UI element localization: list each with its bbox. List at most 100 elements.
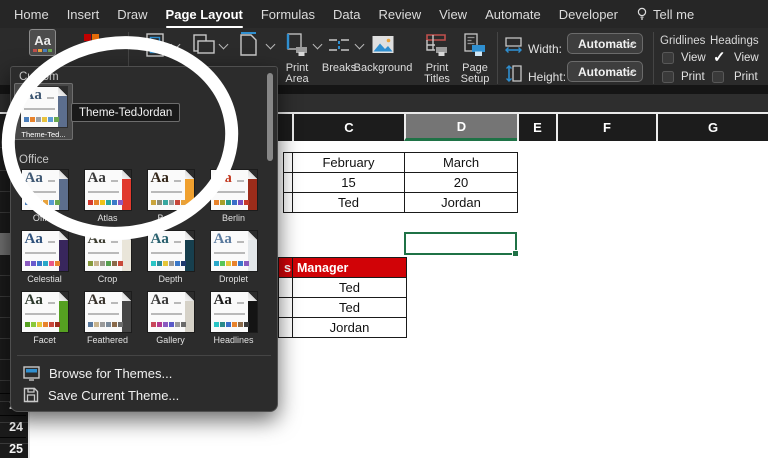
theme-thumbnail: Aa — [22, 170, 68, 210]
cell-manager-ted-1[interactable]: Ted — [293, 278, 407, 298]
colors-icon[interactable] — [84, 34, 100, 50]
cell-20[interactable]: 20 — [405, 173, 518, 193]
column-header-e[interactable]: E — [517, 114, 556, 141]
margins-button[interactable] — [142, 32, 168, 58]
size-button[interactable] — [237, 32, 263, 58]
row-header-24[interactable]: 24 — [0, 415, 26, 437]
cell-b-sliver[interactable] — [284, 153, 293, 173]
browse-for-themes-item[interactable]: Browse for Themes... — [23, 363, 172, 383]
page-setup-button[interactable] — [462, 32, 488, 58]
height-dropdown[interactable]: Automatic — [567, 61, 643, 82]
breaks-chevron-icon[interactable] — [355, 40, 365, 50]
tab-developer[interactable]: Developer — [559, 7, 618, 22]
column-header-d-selected[interactable]: D — [404, 114, 517, 141]
column-header-g[interactable]: G — [656, 114, 768, 141]
theme-thumbnail: Aa — [85, 170, 131, 210]
manager-table: s Manager Ted Ted Jordan — [278, 257, 407, 338]
cell-manager-header[interactable]: Manager — [293, 258, 407, 278]
gridlines-print-checkbox[interactable] — [662, 71, 674, 83]
tab-tell-me[interactable]: Tell me — [636, 7, 694, 22]
table-row: February March — [284, 153, 518, 173]
theme-tooltip: Theme-TedJordan — [71, 103, 180, 122]
panel-scrollbar[interactable] — [267, 73, 273, 161]
theme-thumbnail: Aa — [211, 292, 257, 332]
save-disk-icon — [23, 387, 39, 403]
theme-item-facet[interactable]: AaFacet — [22, 290, 68, 351]
theme-thumbnail: Aa — [85, 292, 131, 332]
column-header-f[interactable]: F — [556, 114, 656, 141]
cell-b-sliver[interactable] — [279, 318, 293, 338]
theme-item-office[interactable]: AaOffice — [22, 168, 68, 229]
tab-view[interactable]: View — [439, 7, 467, 22]
gridlines-view-checkbox[interactable] — [662, 52, 674, 64]
theme-thumbnail: Aa — [148, 292, 194, 332]
orientation-button[interactable] — [190, 32, 216, 58]
theme-name: Headlines — [213, 335, 253, 345]
scale-height-icon — [506, 64, 522, 83]
theme-item-feathered[interactable]: AaFeathered — [85, 290, 131, 351]
themes-button[interactable]: Aa — [29, 29, 56, 56]
margins-chevron-icon[interactable] — [171, 40, 181, 50]
cell-header-partial[interactable]: s — [279, 258, 293, 278]
cell-15[interactable]: 15 — [293, 173, 405, 193]
tab-review[interactable]: Review — [379, 7, 422, 22]
save-current-theme-item[interactable]: Save Current Theme... — [23, 385, 179, 405]
tab-automate[interactable]: Automate — [485, 7, 541, 22]
theme-item-droplet[interactable]: AaDroplet — [211, 229, 257, 290]
tab-page-layout[interactable]: Page Layout — [166, 7, 243, 22]
row-header-25[interactable]: 25 — [0, 437, 26, 458]
tab-draw[interactable]: Draw — [117, 7, 147, 22]
tab-formulas[interactable]: Formulas — [261, 7, 315, 22]
background-button[interactable] — [370, 32, 396, 58]
cell-february[interactable]: February — [293, 153, 405, 173]
cell-b-sliver[interactable] — [279, 298, 293, 318]
theme-item-atlas[interactable]: AaAtlas — [85, 168, 131, 229]
cell-manager-ted-2[interactable]: Ted — [293, 298, 407, 318]
breaks-button[interactable] — [326, 32, 352, 58]
theme-item-crop[interactable]: AaCrop — [85, 229, 131, 290]
theme-item-berlin[interactable]: AaBerlin — [211, 168, 257, 229]
selected-cell[interactable] — [404, 232, 517, 255]
theme-item-badge[interactable]: AaBadge — [148, 168, 194, 229]
cell-jordan[interactable]: Jordan — [405, 193, 518, 213]
custom-theme-thumb-slot: Aa — [21, 87, 67, 127]
scale-width-icon — [504, 37, 523, 53]
tab-home[interactable]: Home — [14, 7, 49, 22]
print-area-chevron-icon[interactable] — [313, 40, 323, 50]
cell-ted[interactable]: Ted — [293, 193, 405, 213]
theme-item-headlines[interactable]: Aa Headlines — [211, 290, 257, 351]
theme-name: Facet — [33, 335, 56, 345]
cell-march[interactable]: March — [405, 153, 518, 173]
print-area-label: Print Area — [274, 63, 320, 85]
table-row: Ted Jordan — [284, 193, 518, 213]
themes-swatches — [33, 49, 52, 52]
cell-manager-jordan[interactable]: Jordan — [293, 318, 407, 338]
headings-view-checkbox[interactable]: ✓ — [712, 51, 724, 63]
print-area-button[interactable] — [284, 32, 310, 58]
headings-print-label: Print — [734, 71, 758, 83]
headings-print-checkbox[interactable] — [712, 71, 724, 83]
theme-name: Gallery — [156, 335, 185, 345]
theme-item-depth[interactable]: AaDepth — [148, 229, 194, 290]
orientation-chevron-icon[interactable] — [219, 40, 229, 50]
excel-window: Home Insert Draw Page Layout Formulas Da… — [0, 0, 768, 458]
cell-b-sliver[interactable] — [284, 173, 293, 193]
width-dropdown[interactable]: Automatic — [567, 33, 643, 54]
headings-view-label: View — [734, 52, 759, 64]
theme-item-custom-selected[interactable]: Aa Theme-Ted... — [14, 83, 73, 140]
panel-divider — [17, 355, 271, 356]
theme-item-gallery[interactable]: Aa Gallery — [148, 290, 194, 351]
print-titles-button[interactable] — [424, 32, 450, 58]
fill-handle[interactable] — [512, 250, 519, 257]
tab-insert[interactable]: Insert — [67, 7, 100, 22]
theme-item-celestial[interactable]: AaCelestial — [22, 229, 68, 290]
tab-data[interactable]: Data — [333, 7, 360, 22]
column-header-c[interactable]: C — [292, 114, 404, 141]
table-row: Ted — [279, 298, 407, 318]
cell-b-sliver[interactable] — [284, 193, 293, 213]
browse-for-themes-label: Browse for Themes... — [49, 366, 172, 381]
size-chevron-icon[interactable] — [266, 40, 276, 50]
cell-b-sliver[interactable] — [279, 278, 293, 298]
background-label: Background — [352, 63, 414, 74]
theme-thumbnail: Aa — [85, 231, 131, 271]
